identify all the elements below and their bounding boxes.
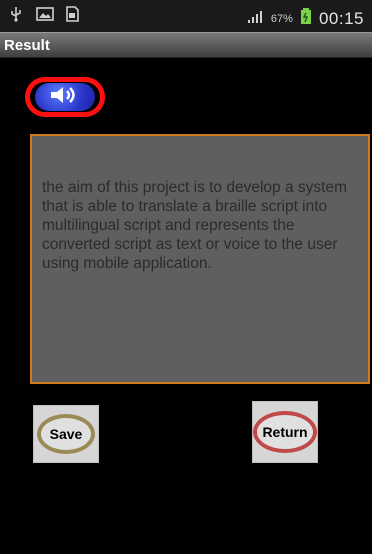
image-icon xyxy=(36,6,54,22)
speaker-icon xyxy=(48,84,82,111)
return-button[interactable]: Return xyxy=(252,401,318,463)
clock: 00:15 xyxy=(318,8,364,28)
return-button-label: Return xyxy=(262,424,308,440)
speaker-button-inner[interactable] xyxy=(35,83,95,111)
status-left-icons xyxy=(8,6,80,22)
speaker-button[interactable] xyxy=(25,77,105,117)
save-button[interactable]: Save xyxy=(33,405,99,463)
battery-icon xyxy=(299,7,313,30)
save-button-label: Save xyxy=(49,426,83,442)
sim-icon xyxy=(64,6,80,22)
signal-icon xyxy=(247,8,265,29)
save-button-ring: Save xyxy=(37,414,95,454)
battery-percent: 67% xyxy=(270,12,293,25)
title-bar: Result xyxy=(0,32,372,58)
status-bar: 67% 00:15 xyxy=(0,0,372,32)
result-text-panel[interactable]: the aim of this project is to develop a … xyxy=(30,134,370,384)
usb-icon xyxy=(8,6,24,22)
return-button-ring: Return xyxy=(253,411,317,453)
status-right: 67% 00:15 xyxy=(247,7,364,30)
page-title: Result xyxy=(4,37,50,54)
result-text: the aim of this project is to develop a … xyxy=(42,179,347,272)
